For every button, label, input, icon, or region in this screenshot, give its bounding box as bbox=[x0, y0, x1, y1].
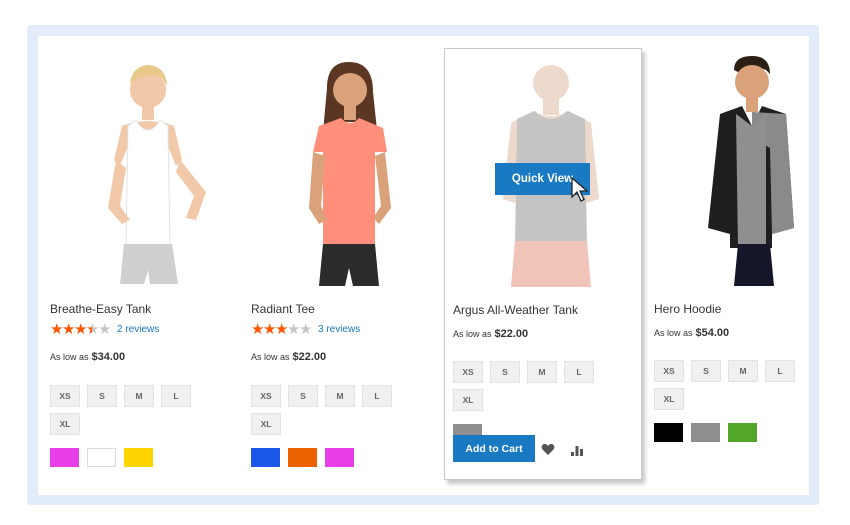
color-swatch[interactable] bbox=[124, 448, 153, 467]
size-option-l[interactable]: L bbox=[362, 385, 392, 407]
price-value: $54.00 bbox=[695, 327, 730, 339]
star-icon: ★ bbox=[275, 321, 289, 338]
price-value: $22.00 bbox=[494, 328, 529, 340]
product-card[interactable]: Radiant Tee ★ ★ ★ ★ ★ 3 reviews As low as $22… bbox=[251, 48, 447, 478]
product-name[interactable]: Radiant Tee bbox=[251, 302, 315, 316]
size-option-xs[interactable]: XS bbox=[251, 385, 281, 407]
add-to-cart-button[interactable]: Add to Cart bbox=[453, 435, 535, 462]
price-box: As low as $54.00 bbox=[654, 327, 729, 339]
size-option-xs[interactable]: XS bbox=[50, 385, 80, 407]
rating-stars: ★ ★ ★ ★ ★ bbox=[251, 321, 313, 338]
color-swatch[interactable] bbox=[87, 448, 116, 467]
rating-summary: ★ ★ ★ ★ ★ 2 reviews bbox=[50, 322, 159, 337]
size-option-l[interactable]: L bbox=[564, 361, 594, 383]
star-icon: ★ bbox=[62, 321, 76, 338]
size-option-xl[interactable]: XL bbox=[654, 388, 684, 410]
price-value: $22.00 bbox=[292, 351, 327, 363]
star-icon: ★ bbox=[50, 321, 64, 338]
price-value: $34.00 bbox=[91, 351, 126, 363]
size-option-xl[interactable]: XL bbox=[50, 413, 80, 435]
product-image[interactable] bbox=[251, 48, 447, 286]
product-name[interactable]: Argus All-Weather Tank bbox=[453, 303, 578, 317]
size-option-m[interactable]: M bbox=[728, 360, 758, 382]
color-swatch[interactable] bbox=[325, 448, 354, 467]
size-option-xl[interactable]: XL bbox=[251, 413, 281, 435]
heart-icon[interactable] bbox=[541, 443, 557, 459]
color-swatch[interactable] bbox=[691, 423, 720, 442]
product-image[interactable] bbox=[654, 48, 850, 286]
color-swatch[interactable] bbox=[728, 423, 757, 442]
product-name[interactable]: Breathe-Easy Tank bbox=[50, 302, 151, 316]
size-option-l[interactable]: L bbox=[161, 385, 191, 407]
compare-bars-icon[interactable] bbox=[571, 443, 587, 459]
mouse-cursor-icon bbox=[570, 176, 592, 208]
price-label: As low as bbox=[453, 329, 492, 339]
price-label: As low as bbox=[654, 328, 693, 338]
star-icon: ★ bbox=[251, 321, 265, 338]
size-option-s[interactable]: S bbox=[691, 360, 721, 382]
rating-summary: ★ ★ ★ ★ ★ 3 reviews bbox=[251, 322, 360, 337]
price-label: As low as bbox=[251, 352, 290, 362]
rating-stars: ★ ★ ★ ★ ★ bbox=[50, 321, 112, 338]
price-box: As low as $34.00 bbox=[50, 351, 125, 363]
star-icon: ★ bbox=[263, 321, 277, 338]
product-card[interactable]: Hero Hoodie As low as $54.00 XS S M L XL bbox=[654, 48, 850, 478]
price-box: As low as $22.00 bbox=[251, 351, 326, 363]
reviews-link[interactable]: 2 reviews bbox=[117, 324, 159, 335]
star-icon: ★ bbox=[299, 321, 313, 338]
size-option-l[interactable]: L bbox=[765, 360, 795, 382]
star-icon: ★ bbox=[86, 321, 100, 338]
color-swatch[interactable] bbox=[288, 448, 317, 467]
size-option-m[interactable]: M bbox=[527, 361, 557, 383]
product-name[interactable]: Hero Hoodie bbox=[654, 302, 721, 316]
size-option-xs[interactable]: XS bbox=[453, 361, 483, 383]
product-image[interactable] bbox=[50, 48, 246, 286]
reviews-link[interactable]: 3 reviews bbox=[318, 324, 360, 335]
product-grid: Breathe-Easy Tank ★ ★ ★ ★ ★ 2 reviews As low… bbox=[38, 36, 809, 495]
size-option-s[interactable]: S bbox=[288, 385, 318, 407]
star-icon: ★ bbox=[98, 321, 112, 338]
star-icon: ★ bbox=[287, 321, 301, 338]
size-option-m[interactable]: M bbox=[124, 385, 154, 407]
price-box: As low as $22.00 bbox=[453, 328, 528, 340]
size-option-xl[interactable]: XL bbox=[453, 389, 483, 411]
size-option-s[interactable]: S bbox=[490, 361, 520, 383]
star-icon: ★ bbox=[74, 321, 88, 338]
size-option-s[interactable]: S bbox=[87, 385, 117, 407]
product-card-hovered[interactable]: Argus All-Weather Tank As low as $22.00 X… bbox=[444, 48, 642, 480]
color-swatch[interactable] bbox=[654, 423, 683, 442]
price-label: As low as bbox=[50, 352, 89, 362]
size-option-m[interactable]: M bbox=[325, 385, 355, 407]
color-swatch[interactable] bbox=[50, 448, 79, 467]
product-card[interactable]: Breathe-Easy Tank ★ ★ ★ ★ ★ 2 reviews As low… bbox=[50, 48, 246, 478]
color-swatch[interactable] bbox=[251, 448, 280, 467]
size-option-xs[interactable]: XS bbox=[654, 360, 684, 382]
